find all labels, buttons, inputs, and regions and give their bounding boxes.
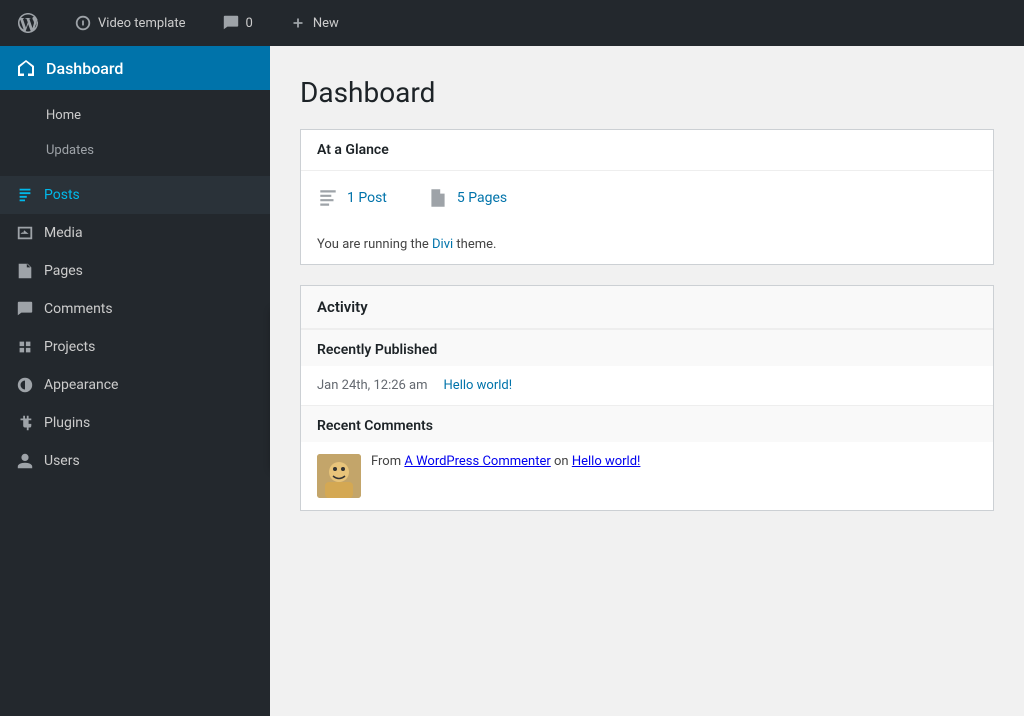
page-title: Dashboard (300, 76, 994, 109)
commenter-link[interactable]: A WordPress Commenter (404, 454, 550, 469)
sidebar-item-updates[interactable]: Updates (0, 133, 270, 168)
comment-from-text: From (371, 454, 401, 469)
main-layout: Dashboard Home Updates Posts Media (0, 46, 1024, 716)
recent-comments-section: From A WordPress Commenter on Hello worl… (301, 442, 993, 510)
post-count-item: 1 Post (317, 187, 387, 209)
activity-title: Activity (317, 298, 368, 316)
appearance-label: Appearance (44, 377, 118, 393)
media-label: Media (44, 225, 83, 241)
pages-label: Pages (44, 263, 83, 279)
theme-link[interactable]: Divi (432, 237, 453, 252)
dashboard-label: Dashboard (46, 59, 123, 78)
comments-count: 0 (246, 16, 253, 31)
home-label: Home (46, 108, 81, 123)
users-label: Users (44, 453, 80, 469)
main-content-area: Dashboard At a Glance 1 Post 5 Pages (270, 46, 1024, 716)
sidebar-item-posts[interactable]: Posts (0, 176, 270, 214)
sidebar-item-projects[interactable]: Projects (0, 328, 270, 366)
comment-text: From A WordPress Commenter on Hello worl… (371, 454, 640, 469)
comment-item: From A WordPress Commenter on Hello worl… (317, 454, 977, 498)
activity-card: Activity Recently Published Jan 24th, 12… (300, 285, 994, 511)
pub-item: Jan 24th, 12:26 am Hello world! (317, 378, 977, 393)
wp-logo-button[interactable] (10, 13, 46, 33)
at-a-glance-body: 1 Post 5 Pages (301, 171, 993, 225)
pages-count-link[interactable]: 5 Pages (457, 190, 507, 206)
new-label: New (313, 16, 339, 31)
comments-button[interactable]: 0 (214, 14, 261, 32)
comments-nav-label: Comments (44, 301, 113, 317)
site-name-button[interactable]: Video template (66, 14, 194, 32)
sidebar: Dashboard Home Updates Posts Media (0, 46, 270, 716)
at-a-glance-header: At a Glance (301, 130, 993, 171)
theme-info: You are running the Divi theme. (301, 225, 993, 264)
sidebar-item-appearance[interactable]: Appearance (0, 366, 270, 404)
projects-label: Projects (44, 339, 95, 355)
sidebar-item-comments[interactable]: Comments (0, 290, 270, 328)
activity-header: Activity (301, 286, 993, 329)
at-a-glance-card: At a Glance 1 Post 5 Pages You are runni… (300, 129, 994, 265)
sidebar-item-pages[interactable]: Pages (0, 252, 270, 290)
theme-suffix: theme. (456, 237, 496, 252)
recently-published-header: Recently Published (301, 329, 993, 366)
recent-comments-header: Recent Comments (301, 405, 993, 442)
sidebar-dashboard-header[interactable]: Dashboard (0, 46, 270, 90)
theme-text: You are running the (317, 237, 429, 252)
sidebar-home-section: Home Updates (0, 90, 270, 176)
new-content-button[interactable]: New (281, 14, 347, 32)
admin-bar: Video template 0 New (0, 0, 1024, 46)
recently-published-section: Jan 24th, 12:26 am Hello world! (301, 366, 993, 405)
comment-on-text: on (554, 454, 569, 469)
plugins-label: Plugins (44, 415, 90, 431)
site-name-label: Video template (98, 16, 186, 31)
sidebar-item-plugins[interactable]: Plugins (0, 404, 270, 442)
sidebar-item-home[interactable]: Home (0, 98, 270, 133)
pub-date: Jan 24th, 12:26 am (317, 378, 428, 393)
post-count-link[interactable]: 1 Post (347, 190, 387, 206)
commenter-avatar (317, 454, 361, 498)
pages-count-item: 5 Pages (427, 187, 507, 209)
posts-label: Posts (44, 187, 80, 203)
sidebar-item-users[interactable]: Users (0, 442, 270, 480)
comment-post-link[interactable]: Hello world! (572, 454, 641, 469)
sidebar-item-media[interactable]: Media (0, 214, 270, 252)
updates-label: Updates (46, 143, 94, 158)
pub-link[interactable]: Hello world! (444, 378, 513, 393)
